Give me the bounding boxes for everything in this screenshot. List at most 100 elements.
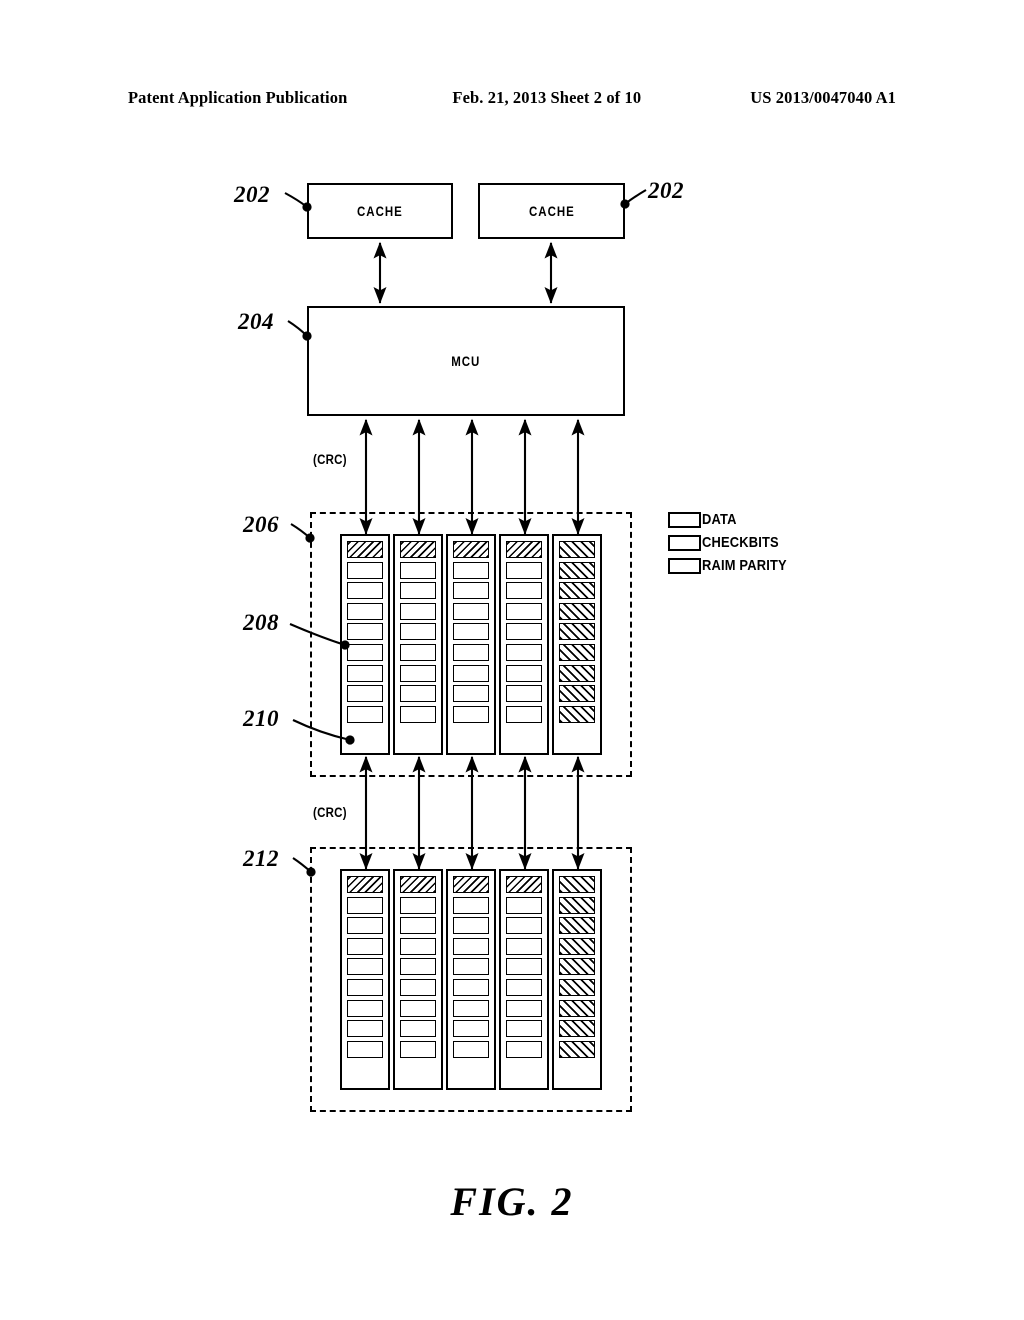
cache-block-left-label: CACHE bbox=[357, 203, 403, 219]
memory-cell-raim bbox=[559, 917, 595, 935]
memory-cell-raim bbox=[559, 582, 595, 600]
patent-figure: CACHE 202 CACHE 202 MCU 204 (CRC) (CRC) … bbox=[0, 0, 1024, 1320]
memory-cell-data bbox=[453, 623, 489, 641]
memory-cell-data bbox=[506, 978, 542, 996]
memory-cell-data bbox=[347, 917, 383, 935]
crc-label-upper: (CRC) bbox=[313, 452, 347, 467]
legend-swatch-none bbox=[668, 511, 701, 528]
memory-cell-data bbox=[506, 643, 542, 661]
memory-cell-data bbox=[400, 582, 436, 600]
memory-cell-data bbox=[347, 623, 383, 641]
dimm-column bbox=[446, 534, 496, 755]
mcu-block: MCU bbox=[307, 306, 625, 416]
memory-cell-raim bbox=[559, 643, 595, 661]
memory-cell-data bbox=[347, 561, 383, 579]
memory-cell-data bbox=[506, 896, 542, 914]
ref-204: 204 bbox=[238, 309, 274, 334]
memory-cell-raim bbox=[559, 999, 595, 1017]
memory-cell-raim bbox=[559, 561, 595, 579]
memory-cell-raim bbox=[559, 876, 595, 893]
legend-item-raim-parity: RAIM PARITY bbox=[668, 554, 801, 577]
memory-cell-data bbox=[506, 1020, 542, 1038]
memory-cell-data bbox=[347, 1040, 383, 1058]
memory-cell-data bbox=[347, 602, 383, 620]
cache-block-right-label: CACHE bbox=[528, 203, 575, 219]
figure-caption: FIG. 2 bbox=[450, 1179, 574, 1224]
legend-item-checkbits: CHECKBITS bbox=[668, 531, 801, 554]
memory-cell-data bbox=[347, 643, 383, 661]
memory-cell-raim bbox=[559, 1020, 595, 1038]
dimm-column bbox=[393, 534, 443, 755]
memory-cell-data bbox=[506, 937, 542, 955]
ref-202-left: 202 bbox=[234, 182, 270, 207]
legend-swatch-checkbits-hatch bbox=[668, 534, 701, 551]
memory-cell-data bbox=[400, 937, 436, 955]
memory-cell-raim bbox=[559, 978, 595, 996]
memory-cell-raim bbox=[559, 623, 595, 641]
memory-cell-data bbox=[453, 1040, 489, 1058]
memory-cell-data bbox=[506, 664, 542, 682]
memory-cell-data bbox=[347, 978, 383, 996]
ref-202-right: 202 bbox=[648, 178, 684, 203]
memory-cell-data bbox=[400, 561, 436, 579]
memory-cell-data bbox=[347, 685, 383, 703]
memory-cell-data bbox=[400, 623, 436, 641]
dimm-column bbox=[552, 534, 602, 755]
legend-label: RAIM PARITY bbox=[702, 557, 787, 574]
memory-cell-checkbits bbox=[400, 876, 436, 893]
memory-cell-data bbox=[400, 896, 436, 914]
legend-swatch-raim-hatch bbox=[668, 557, 701, 574]
memory-cell-data bbox=[400, 664, 436, 682]
memory-cell-data bbox=[453, 978, 489, 996]
memory-cell-data bbox=[400, 917, 436, 935]
memory-cell-data bbox=[400, 1020, 436, 1038]
memory-cell-checkbits bbox=[506, 541, 542, 558]
memory-cell-checkbits bbox=[506, 876, 542, 893]
memory-cell-data bbox=[400, 602, 436, 620]
memory-cell-raim bbox=[559, 541, 595, 558]
dimm-column bbox=[393, 869, 443, 1090]
crc-label-lower: (CRC) bbox=[313, 805, 347, 820]
memory-cell-data bbox=[453, 561, 489, 579]
memory-cell-raim bbox=[559, 705, 595, 723]
memory-cell-data bbox=[453, 937, 489, 955]
memory-cell-data bbox=[347, 958, 383, 976]
ref-208: 208 bbox=[243, 610, 279, 635]
memory-cell-raim bbox=[559, 937, 595, 955]
memory-cell-data bbox=[347, 1020, 383, 1038]
legend-item-data: DATA bbox=[668, 508, 801, 531]
memory-cell-data bbox=[506, 999, 542, 1017]
dimm-column bbox=[446, 869, 496, 1090]
dimm-column bbox=[552, 869, 602, 1090]
memory-cell-raim bbox=[559, 664, 595, 682]
memory-cell-data bbox=[506, 623, 542, 641]
memory-cell-data bbox=[347, 664, 383, 682]
memory-cell-data bbox=[453, 1020, 489, 1038]
memory-cell-checkbits bbox=[400, 541, 436, 558]
memory-cell-data bbox=[400, 685, 436, 703]
dimm-column bbox=[499, 869, 549, 1090]
memory-cell-data bbox=[400, 1040, 436, 1058]
memory-cell-data bbox=[506, 582, 542, 600]
memory-cell-data bbox=[400, 999, 436, 1017]
memory-cell-data bbox=[453, 643, 489, 661]
legend: DATA CHECKBITS RAIM PARITY bbox=[668, 508, 801, 577]
memory-cell-data bbox=[506, 958, 542, 976]
memory-cell-data bbox=[347, 999, 383, 1017]
memory-cell-data bbox=[400, 978, 436, 996]
memory-cell-checkbits bbox=[347, 541, 383, 558]
memory-cell-raim bbox=[559, 896, 595, 914]
memory-cell-raim bbox=[559, 685, 595, 703]
memory-cell-raim bbox=[559, 1040, 595, 1058]
mcu-block-label: MCU bbox=[451, 353, 481, 369]
memory-cell-raim bbox=[559, 958, 595, 976]
cache-block-right: CACHE bbox=[478, 183, 625, 239]
memory-cell-data bbox=[453, 664, 489, 682]
memory-cell-data bbox=[506, 705, 542, 723]
memory-cell-data bbox=[453, 685, 489, 703]
ref-212: 212 bbox=[243, 846, 279, 871]
memory-cell-data bbox=[506, 602, 542, 620]
memory-cell-data bbox=[400, 958, 436, 976]
memory-cell-data bbox=[453, 958, 489, 976]
memory-cell-data bbox=[453, 917, 489, 935]
